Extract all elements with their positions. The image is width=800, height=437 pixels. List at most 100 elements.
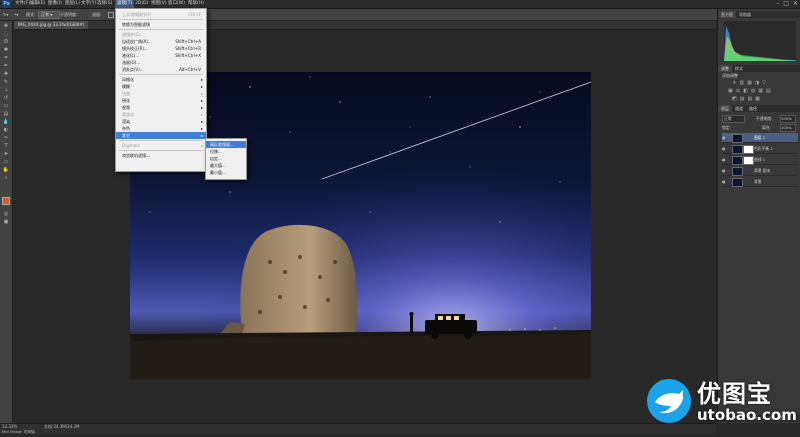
submenu-arrow-icon: ▸	[200, 77, 203, 82]
filter-menu-item[interactable]: 模糊 ▸	[116, 83, 206, 90]
menu-1[interactable]: 编辑(E)	[28, 0, 47, 8]
mini-bridge-tab[interactable]: Mini Bridge	[2, 427, 22, 437]
minimize-button[interactable]: –	[776, 0, 779, 8]
other-submenu-item[interactable]: 自定...	[206, 155, 246, 162]
layer-row[interactable]: ● 背景	[722, 177, 798, 187]
eraser-tool-icon[interactable]: ▭	[2, 103, 10, 109]
fill-field[interactable]: 100%	[780, 124, 796, 132]
filter-menu-item[interactable]: 镜头校正(R)... Shift+Ctrl+R	[116, 45, 206, 52]
filter-menu-item[interactable]: 自适应广角(A)... Shift+Ctrl+A	[116, 38, 206, 45]
eye-icon[interactable]: ●	[722, 133, 726, 142]
type-tool-icon[interactable]: T	[2, 143, 10, 149]
filter-menu-item[interactable]: 扭曲 ▸	[116, 90, 206, 97]
path-select-tool-icon[interactable]: ➤	[2, 151, 10, 157]
other-submenu-item[interactable]: 位移...	[206, 148, 246, 155]
histogram-chart	[724, 26, 796, 61]
filter-menu-item[interactable]: 消失点(V)... Alt+Ctrl+V	[116, 66, 206, 73]
filter-menu-item[interactable]: 其它 ▸	[116, 132, 206, 139]
tab-channels[interactable]: 通道	[732, 106, 746, 111]
quick-select-tool-icon[interactable]: ✱	[2, 47, 10, 53]
filter-menu-item[interactable]: 浏览联机滤镜...	[116, 152, 206, 159]
move-tool-icon[interactable]: ✥	[2, 23, 10, 29]
filter-menu-item[interactable]: 转换为智能滤镜	[116, 21, 206, 28]
layer-row[interactable]: ● 色彩平衡 1	[722, 144, 798, 154]
filter-menu-item[interactable]: 液化(L)... Shift+Ctrl+X	[116, 52, 206, 59]
shape-tool-icon[interactable]: ▭	[2, 159, 10, 165]
close-button[interactable]: ✕	[793, 0, 798, 8]
blur-tool-icon[interactable]: 💧	[2, 119, 10, 125]
pen-tool-icon[interactable]: ✑	[2, 135, 10, 141]
menu-9[interactable]: 窗口(W)	[166, 0, 187, 8]
filter-menu-item[interactable]: 风格化 ▸	[116, 76, 206, 83]
submenu-arrow-icon: ▸	[200, 98, 203, 103]
tab-histogram[interactable]: 直方图	[718, 11, 736, 18]
history-brush-icon[interactable]: ↺	[2, 95, 10, 101]
opacity-label: 不透明度:	[60, 12, 78, 17]
gradient-tool-icon[interactable]: ▤	[2, 111, 10, 117]
watermark-brand: 优图宝	[697, 380, 772, 408]
dodge-tool-icon[interactable]: ◐	[2, 127, 10, 133]
layer-row[interactable]: ● 图层 1	[722, 133, 798, 143]
filter-menu-item-label: 滤镜库(G)...	[122, 32, 145, 37]
document-tab[interactable]: IMG_XXXX.jpg @ 33.3%(RGB/8#)	[14, 21, 89, 29]
filter-menu-item-label: 镜头校正(R)...	[122, 46, 148, 51]
eye-icon[interactable]: ●	[722, 144, 726, 153]
eye-icon[interactable]: ●	[722, 166, 726, 175]
filter-menu-item[interactable]: 素描化 ▸	[116, 111, 206, 118]
filter-menu-item[interactable]: 油画(O)...	[116, 59, 206, 66]
stamp-tool-icon[interactable]: ⊥	[2, 87, 10, 93]
adjust-icons-row-1[interactable]: ☀▥▦◑▽	[732, 80, 769, 86]
layer-row[interactable]: ● 背景 副本	[722, 166, 798, 176]
mode-label: 模式:	[26, 12, 36, 17]
quick-mask-icon[interactable]: ◎	[2, 211, 10, 217]
timeline-tab[interactable]: 时间轴	[24, 427, 35, 437]
filter-menu-item[interactable]: 滤镜库(G)...	[116, 31, 206, 38]
eye-icon[interactable]: ●	[722, 177, 726, 186]
other-submenu-item[interactable]: 最小值...	[206, 169, 246, 176]
healing-tool-icon[interactable]: ✚	[2, 71, 10, 77]
mode-select[interactable]: 正常 ▾	[38, 11, 60, 19]
adjust-icons-row-2[interactable]: ▣⚖◧◍▦▤	[728, 88, 774, 94]
tab-navigator[interactable]: 导航器	[736, 12, 754, 17]
hand-tool-icon[interactable]: ✋	[2, 167, 10, 173]
filter-menu-item[interactable]: Digimarc ▸	[116, 142, 206, 149]
adjust-title: 添加调整	[722, 73, 738, 78]
menu-10[interactable]: 帮助(H)	[186, 0, 206, 8]
layer-row[interactable]: ● 曲线 1	[722, 155, 798, 165]
doc-info[interactable]: 文档:34.3M/34.3M	[44, 422, 79, 432]
zoom-tool-icon[interactable]: ⌕	[2, 175, 10, 181]
eyedropper-tool-icon[interactable]: ✒	[2, 63, 10, 69]
other-submenu-item[interactable]: 最大值...	[206, 162, 246, 169]
eye-icon[interactable]: ●	[722, 155, 726, 164]
layer-name: 背景 副本	[754, 168, 771, 173]
blend-mode-select[interactable]: 正常	[722, 115, 745, 123]
menu-5[interactable]: 选择(S)	[95, 0, 114, 8]
maximize-button[interactable]: □	[783, 0, 789, 8]
tab-paths[interactable]: 路径	[746, 106, 760, 111]
other-submenu-item-label: 最大值...	[210, 163, 226, 168]
tab-adjust[interactable]: 调整	[718, 65, 732, 72]
filter-menu-item-shortcut: Alt+Ctrl+V	[179, 67, 201, 72]
brush-tool-icon[interactable]: ✎	[2, 79, 10, 85]
filter-menu-item[interactable]: 杂色 ▸	[116, 125, 206, 132]
menu-6[interactable]: 滤镜(T)	[115, 0, 135, 8]
filter-menu-item[interactable]: 锐化 ▸	[116, 97, 206, 104]
tab-styles[interactable]: 样式	[732, 66, 746, 71]
crop-tool-icon[interactable]: ⌗	[2, 55, 10, 61]
lasso-tool-icon[interactable]: ʘ	[2, 39, 10, 45]
tab-layers[interactable]: 图层	[718, 105, 732, 112]
opacity-field[interactable]: 100%	[780, 115, 796, 123]
filter-menu-item[interactable]: 上次滤镜操作(F) Ctrl+F	[116, 11, 206, 18]
other-submenu-item-label: 位移...	[210, 149, 222, 154]
tool-preset-icon[interactable]: ✎▾	[3, 11, 8, 18]
screen-mode-icon[interactable]: ▣	[2, 219, 10, 225]
foreground-color-swatch[interactable]	[2, 197, 10, 205]
menu-7[interactable]: 3D(D)	[133, 0, 150, 8]
marquee-tool-icon[interactable]: ⬚	[2, 31, 10, 37]
adjust-icons-row-3[interactable]: ◩▨▧▩	[732, 96, 763, 102]
brush-size-icon[interactable]: •▾	[14, 11, 18, 18]
filter-menu-item[interactable]: 渲染 ▸	[116, 118, 206, 125]
menu-2[interactable]: 图像(I)	[46, 0, 64, 8]
filter-menu-item[interactable]: 视频 ▸	[116, 104, 206, 111]
other-submenu-item[interactable]: 高反差保留...	[206, 141, 246, 148]
